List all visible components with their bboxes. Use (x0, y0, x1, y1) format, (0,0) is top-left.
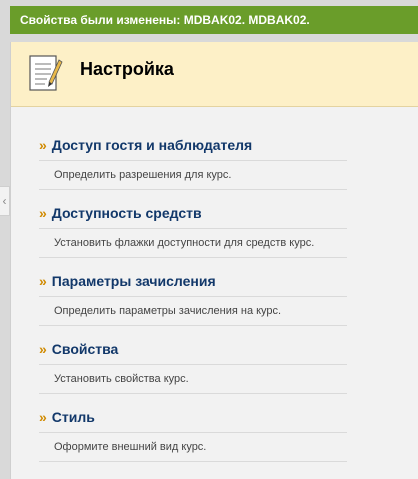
sidebar-collapse-button[interactable]: ‹ (0, 186, 10, 216)
document-pencil-icon (29, 55, 63, 91)
panel-header: Настройка (11, 42, 418, 107)
link-label: Параметры зачисления (51, 273, 216, 289)
style-link[interactable]: » Стиль (39, 409, 347, 433)
settings-panel: Настройка » Доступ гостя и наблюдателя Оп… (10, 42, 418, 479)
link-label: Доступность средств (51, 205, 202, 221)
menu-item-tool-availability: » Доступность средств Установить флажки д… (39, 205, 347, 273)
guest-access-link[interactable]: » Доступ гостя и наблюдателя (39, 137, 347, 161)
item-description: Определить разрешения для курс. (39, 161, 347, 190)
settings-menu: » Доступ гостя и наблюдателя Определить р… (39, 137, 347, 477)
item-description: Определить параметры зачисления на курс. (39, 297, 347, 326)
chevron-left-icon: ‹ (2, 194, 7, 208)
page-title: Настройка (80, 59, 174, 79)
enrollment-options-link[interactable]: » Параметры зачисления (39, 273, 347, 297)
link-label: Стиль (51, 409, 95, 425)
item-description: Установить флажки доступности для средст… (39, 229, 347, 258)
bullet-icon: » (39, 273, 47, 289)
success-notification: Свойства были изменены: MDBAK02. MDBAK02… (10, 6, 418, 34)
menu-item-enrollment-options: » Параметры зачисления Определить парамет… (39, 273, 347, 341)
bullet-icon: » (39, 409, 47, 425)
menu-item-guest-access: » Доступ гостя и наблюдателя Определить р… (39, 137, 347, 205)
notification-message: Свойства были изменены: MDBAK02. MDBAK02… (20, 13, 310, 27)
properties-link[interactable]: » Свойства (39, 341, 347, 365)
item-description: Оформите внешний вид курс. (39, 433, 347, 462)
item-description: Установить свойства курс. (39, 365, 347, 394)
bullet-icon: » (39, 205, 47, 221)
menu-item-properties: » Свойства Установить свойства курс. (39, 341, 347, 409)
link-label: Доступ гостя и наблюдателя (51, 137, 253, 153)
bullet-icon: » (39, 137, 47, 153)
link-label: Свойства (51, 341, 119, 357)
tool-availability-link[interactable]: » Доступность средств (39, 205, 347, 229)
menu-item-style: » Стиль Оформите внешний вид курс. (39, 409, 347, 477)
bullet-icon: » (39, 341, 47, 357)
